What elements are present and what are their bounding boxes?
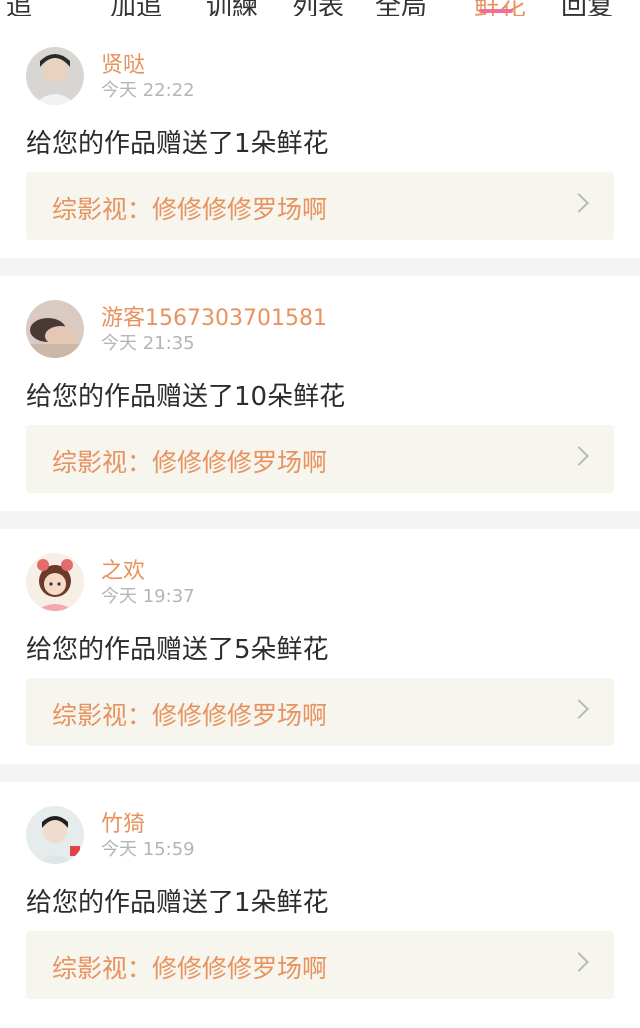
work-link[interactable]: 综影视：修修修修罗场啊 [26,931,614,999]
username[interactable]: 游客1567303701581 [101,300,327,332]
work-link[interactable]: 综影视：修修修修罗场啊 [26,172,614,240]
timestamp: 今天 15:59 [101,839,195,860]
tab-item[interactable]: 列表 [292,0,344,16]
tab-item[interactable]: 训練 [206,0,258,16]
tab-item[interactable]: 追 [6,0,32,16]
gift-message: 给您的作品赠送了1朵鲜花 [26,888,329,918]
gift-notification-item: 游客1567303701581 今天 21:35 给您的作品赠送了10朵鲜花 综… [0,282,640,522]
separator [0,511,640,529]
separator [0,258,640,276]
work-link[interactable]: 综影视：修修修修罗场啊 [26,678,614,746]
gift-notification-item: 贤哒 今天 22:22 给您的作品赠送了1朵鲜花 综影视：修修修修罗场啊 [0,29,640,269]
tab-item[interactable]: 回复 [561,0,613,16]
username[interactable]: 竹猗 [101,806,145,838]
avatar-photo-icon[interactable] [26,300,84,358]
avatar-illustration-icon[interactable] [26,553,84,611]
separator [0,764,640,782]
gift-message: 给您的作品赠送了1朵鲜花 [26,129,329,159]
tab-item-active[interactable]: 鲜花 [474,0,526,16]
timestamp: 今天 21:35 [101,333,195,354]
avatar-photo-icon[interactable] [26,806,84,864]
gift-notification-item: 竹猗 今天 15:59 给您的作品赠送了1朵鲜花 综影视：修修修修罗场啊 [0,788,640,1028]
timestamp: 今天 22:22 [101,80,195,101]
work-title: 综影视：修修修修罗场啊 [52,448,328,477]
timestamp: 今天 19:37 [101,586,195,607]
avatar-photo-icon[interactable] [26,47,84,105]
work-title: 综影视：修修修修罗场啊 [52,954,328,983]
chevron-right-icon [569,193,589,213]
chevron-right-icon [569,952,589,972]
gift-notification-item: 之欢 今天 19:37 给您的作品赠送了5朵鲜花 综影视：修修修修罗场啊 [0,535,640,775]
tab-item[interactable]: 全局 [375,0,427,16]
chevron-right-icon [569,699,589,719]
active-tab-indicator [479,9,513,13]
username[interactable]: 之欢 [101,553,145,585]
gift-message: 给您的作品赠送了5朵鲜花 [26,635,329,665]
tab-item[interactable]: 加追 [110,0,162,16]
work-title: 综影视：修修修修罗场啊 [52,195,328,224]
chevron-right-icon [569,446,589,466]
tab-bar: 追 加追 训練 列表 全局 鲜花 回复 [0,0,640,16]
gift-message: 给您的作品赠送了10朵鲜花 [26,382,346,412]
work-title: 综影视：修修修修罗场啊 [52,701,328,730]
work-link[interactable]: 综影视：修修修修罗场啊 [26,425,614,493]
username[interactable]: 贤哒 [101,47,145,79]
